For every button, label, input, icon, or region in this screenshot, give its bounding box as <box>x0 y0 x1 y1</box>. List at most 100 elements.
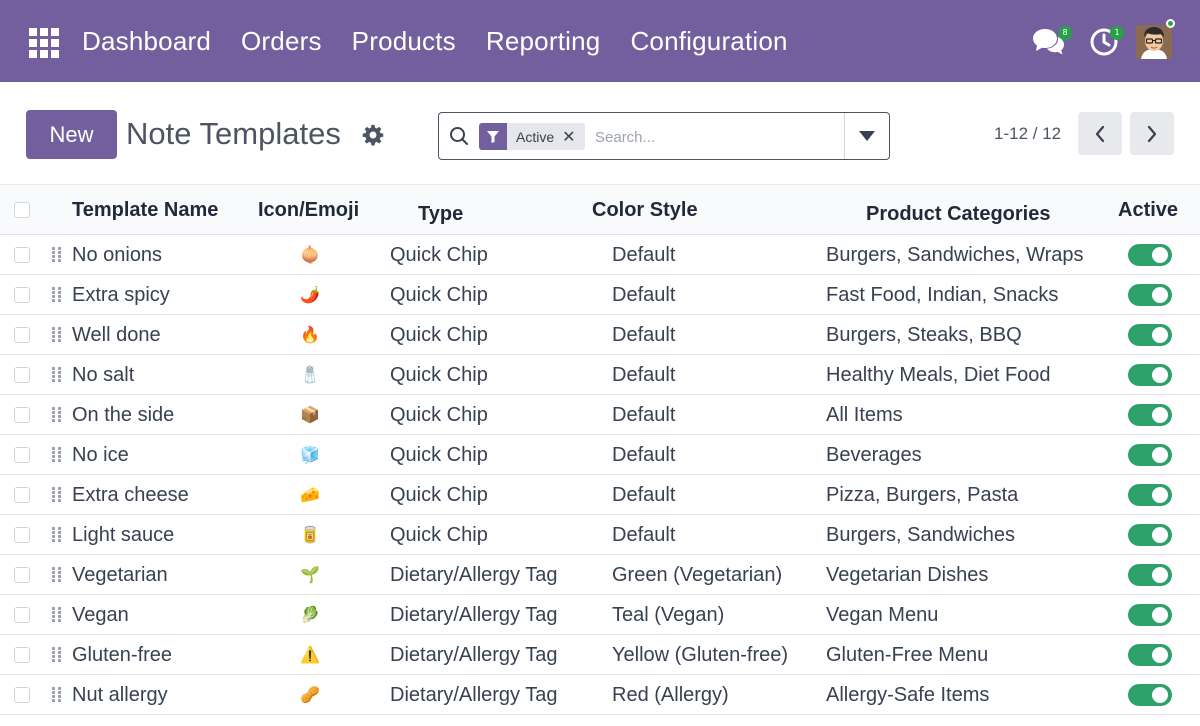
toggle-knob <box>1152 487 1168 503</box>
table-row[interactable]: Light sauce 🥫 Quick Chip Default Burgers, Sa… <box>0 515 1200 555</box>
row-checkbox[interactable] <box>14 687 30 703</box>
header-icon-emoji[interactable]: Icon/Emoji <box>258 199 359 222</box>
active-toggle[interactable] <box>1128 284 1172 306</box>
type-cell: Quick Chip <box>390 524 488 546</box>
menu-dashboard[interactable]: Dashboard <box>82 26 211 57</box>
emoji-icon: 🌱 <box>300 565 320 584</box>
emoji-icon: 🔥 <box>300 325 320 344</box>
table-row[interactable]: Extra spicy 🌶️ Quick Chip Default Fast Food,… <box>0 275 1200 315</box>
drag-handle-icon[interactable] <box>52 327 62 343</box>
new-button[interactable]: New <box>26 110 117 159</box>
drag-handle-icon[interactable] <box>52 647 62 663</box>
row-checkbox[interactable] <box>14 447 30 463</box>
table-row[interactable]: Extra cheese 🧀 Quick Chip Default Pizza, Bur… <box>0 475 1200 515</box>
active-toggle[interactable] <box>1128 524 1172 546</box>
chat-badge: 8 <box>1058 26 1072 40</box>
row-checkbox[interactable] <box>14 327 30 343</box>
drag-handle-icon[interactable] <box>52 287 62 303</box>
toggle-knob <box>1152 247 1168 263</box>
table-row[interactable]: No ice 🧊 Quick Chip Default Beverages <box>0 435 1200 475</box>
template-name-cell: Extra cheese <box>72 484 189 506</box>
active-toggle[interactable] <box>1128 644 1172 666</box>
type-cell: Quick Chip <box>390 244 488 266</box>
table-row[interactable]: Gluten-free ⚠️ Dietary/Allergy Tag Yellow (… <box>0 635 1200 675</box>
drag-handle-icon[interactable] <box>52 407 62 423</box>
search-options-toggle[interactable] <box>844 113 889 159</box>
type-cell: Dietary/Allergy Tag <box>390 564 558 586</box>
emoji-icon: 🧀 <box>300 485 320 504</box>
emoji-icon: 🥬 <box>300 605 320 624</box>
row-checkbox[interactable] <box>14 367 30 383</box>
row-checkbox[interactable] <box>14 487 30 503</box>
chat-icon[interactable]: 8 <box>1031 26 1072 57</box>
header-color-style[interactable]: Color Style <box>592 199 698 222</box>
active-toggle[interactable] <box>1128 604 1172 626</box>
header-template-name[interactable]: Template Name <box>72 199 218 222</box>
row-checkbox[interactable] <box>14 287 30 303</box>
user-avatar[interactable] <box>1136 25 1172 59</box>
product-categories-cell: All Items <box>826 404 903 426</box>
active-toggle[interactable] <box>1128 684 1172 706</box>
color-style-cell: Default <box>612 364 676 386</box>
menu-orders[interactable]: Orders <box>241 26 322 57</box>
color-style-cell: Green (Vegetarian) <box>612 564 783 586</box>
toggle-knob <box>1152 367 1168 383</box>
drag-handle-icon[interactable] <box>52 567 62 583</box>
drag-handle-icon[interactable] <box>52 447 62 463</box>
row-checkbox[interactable] <box>14 567 30 583</box>
grid-icon[interactable] <box>29 28 59 58</box>
table-row[interactable]: On the side 📦 Quick Chip Default All Items <box>0 395 1200 435</box>
active-toggle[interactable] <box>1128 244 1172 266</box>
table-row[interactable]: Vegan 🥬 Dietary/Allergy Tag Teal (Vegan) Veg… <box>0 595 1200 635</box>
row-checkbox[interactable] <box>14 247 30 263</box>
table-row[interactable]: Vegetarian 🌱 Dietary/Allergy Tag Green (Veg… <box>0 555 1200 595</box>
toggle-knob <box>1152 407 1168 423</box>
header-product-categories[interactable]: Product Categories <box>866 203 1050 226</box>
active-toggle[interactable] <box>1128 564 1172 586</box>
drag-handle-icon[interactable] <box>52 247 62 263</box>
table-row[interactable]: Nut allergy 🥜 Dietary/Allergy Tag Red (Alle… <box>0 675 1200 715</box>
color-style-cell: Default <box>612 284 676 306</box>
emoji-icon: 📦 <box>300 405 320 424</box>
product-categories-cell: Vegan Menu <box>826 604 939 626</box>
active-toggle[interactable] <box>1128 324 1172 346</box>
drag-handle-icon[interactable] <box>52 367 62 383</box>
pager-next-button[interactable] <box>1130 112 1174 155</box>
drag-handle-icon[interactable] <box>52 607 62 623</box>
drag-handle-icon[interactable] <box>52 527 62 543</box>
select-all-checkbox[interactable] <box>14 202 30 218</box>
search-input[interactable] <box>595 125 840 149</box>
emoji-icon: 🥫 <box>300 525 320 544</box>
row-checkbox[interactable] <box>14 407 30 423</box>
color-style-cell: Default <box>612 444 676 466</box>
emoji-icon: 🌶️ <box>300 285 320 304</box>
row-checkbox[interactable] <box>14 647 30 663</box>
drag-handle-icon[interactable] <box>52 687 62 703</box>
pager-value[interactable]: 1-12 / 12 <box>994 124 1061 144</box>
header-active[interactable]: Active <box>1118 199 1178 222</box>
emoji-icon: 🧊 <box>300 445 320 464</box>
active-toggle[interactable] <box>1128 444 1172 466</box>
facet-label: Active <box>507 123 561 150</box>
gear-icon[interactable] <box>362 124 384 146</box>
menu-products[interactable]: Products <box>352 26 456 57</box>
pager-previous-button[interactable] <box>1078 112 1122 155</box>
table-row[interactable]: No onions 🧅 Quick Chip Default Burgers, Sand… <box>0 235 1200 275</box>
type-cell: Quick Chip <box>390 444 488 466</box>
table-row[interactable]: No salt 🧂 Quick Chip Default Healthy Meals, … <box>0 355 1200 395</box>
row-checkbox[interactable] <box>14 527 30 543</box>
active-toggle[interactable] <box>1128 364 1172 386</box>
clock-icon[interactable]: 1 <box>1089 26 1124 57</box>
remove-facet-icon[interactable]: ✕ <box>560 123 585 150</box>
active-toggle[interactable] <box>1128 404 1172 426</box>
page-title: Note Templates <box>126 116 341 151</box>
drag-handle-icon[interactable] <box>52 487 62 503</box>
menu-configuration[interactable]: Configuration <box>630 26 787 57</box>
toggle-knob <box>1152 687 1168 703</box>
row-checkbox[interactable] <box>14 607 30 623</box>
active-toggle[interactable] <box>1128 484 1172 506</box>
header-type[interactable]: Type <box>418 203 463 226</box>
table-row[interactable]: Well done 🔥 Quick Chip Default Burgers, Stea… <box>0 315 1200 355</box>
main-menu: Dashboard Orders Products Reporting Conf… <box>82 0 818 82</box>
menu-reporting[interactable]: Reporting <box>486 26 601 57</box>
